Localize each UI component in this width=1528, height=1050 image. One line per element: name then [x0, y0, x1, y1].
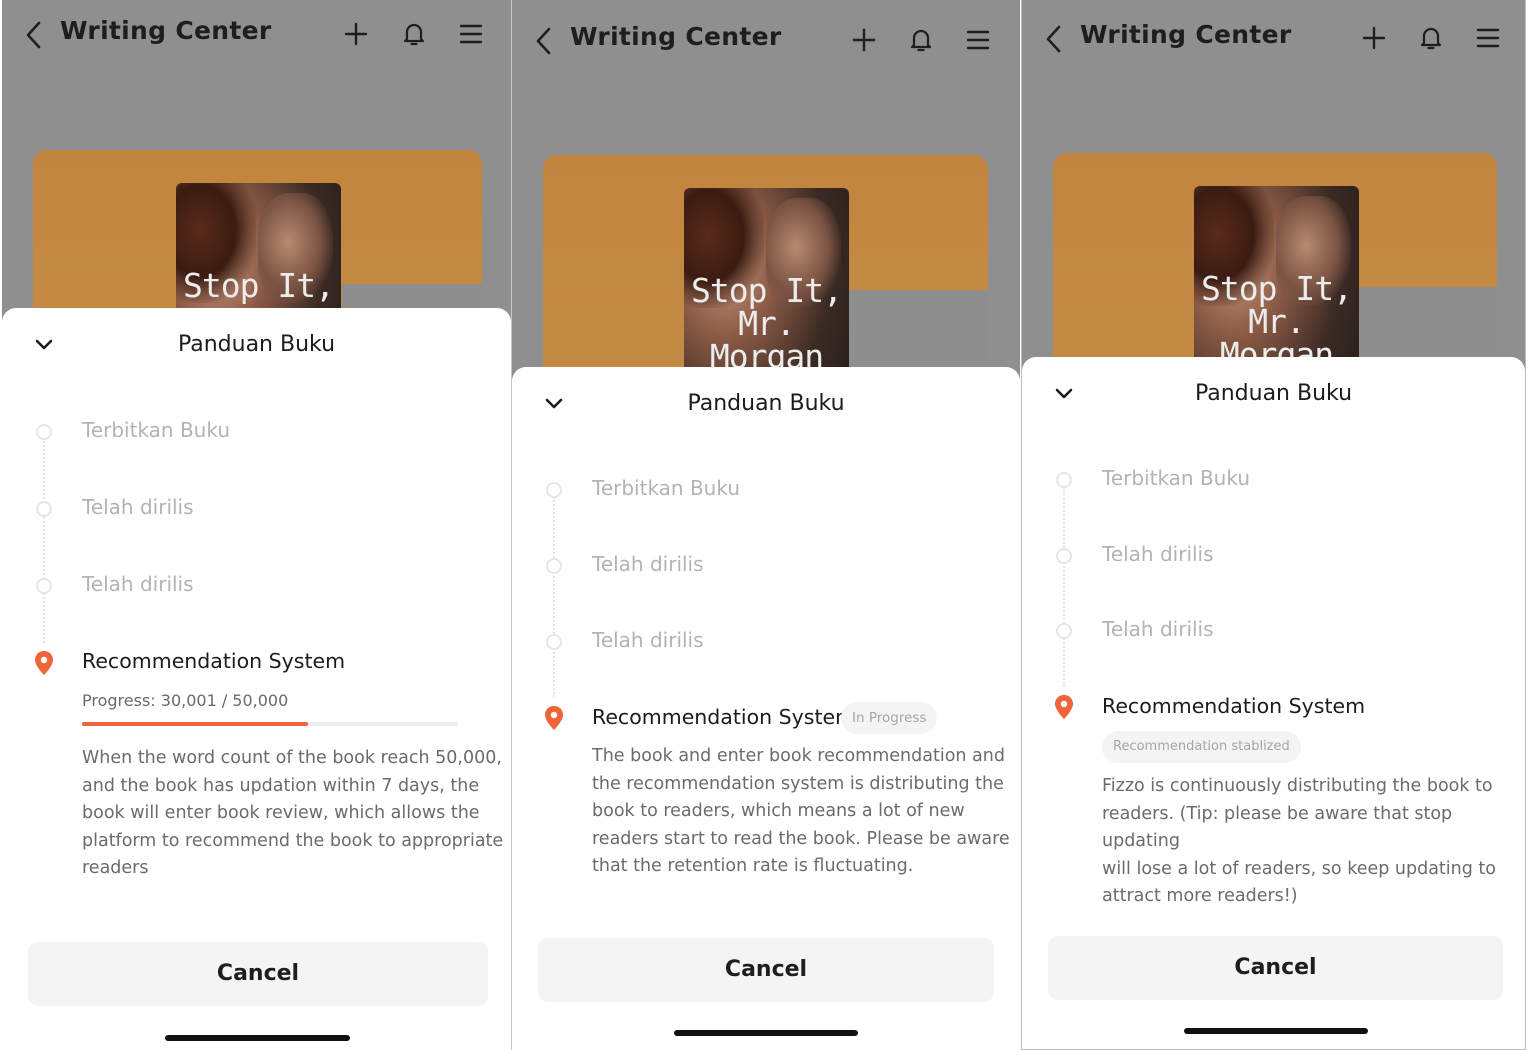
sheet-title: Panduan Buku	[177, 332, 336, 357]
step-label-publish: Terbitkan Buku	[82, 418, 230, 442]
bell-icon[interactable]	[400, 20, 428, 48]
screen-in-progress: Writing Center Stop It, Mr. Morgan Pandu…	[512, 0, 1020, 1050]
step-label-released-2: Telah dirilis	[82, 572, 194, 596]
cover-title-line-1: Stop It,	[1201, 269, 1353, 308]
step-dot	[546, 558, 562, 574]
desc-line: attract more readers!)	[1102, 886, 1298, 906]
desc-line: that the retention rate is fluctuating.	[592, 856, 914, 876]
cover-title-line-1: Stop It,	[183, 266, 335, 305]
desc-line: The book and enter book recommendation a…	[592, 746, 1005, 766]
home-indicator	[1184, 1028, 1368, 1034]
cover-title-line-1: Stop It,	[691, 271, 843, 310]
steps-connector	[1063, 487, 1065, 687]
location-pin-icon	[1055, 695, 1073, 719]
step-dot	[546, 634, 562, 650]
menu-icon[interactable]	[457, 20, 485, 48]
panel-divider	[511, 0, 512, 1050]
desc-line: the recommendation system is distributin…	[592, 773, 1004, 794]
step-label-released: Telah dirilis	[1102, 542, 1214, 566]
step-label-publish: Terbitkan Buku	[1102, 466, 1250, 490]
step-description: When the word count of the book reach 50…	[82, 745, 503, 883]
desc-line: and the book has updation within 7 days,…	[82, 775, 480, 796]
step-label-released-2: Telah dirilis	[592, 628, 704, 652]
desc-line: Fizzo is continuously distributing the b…	[1102, 776, 1493, 796]
cancel-button[interactable]: Cancel	[28, 942, 488, 1006]
back-icon[interactable]	[534, 26, 554, 56]
app-header: Writing Center	[2, 0, 511, 70]
step-label-released-2: Telah dirilis	[1102, 617, 1214, 641]
back-icon[interactable]	[1044, 24, 1064, 54]
cancel-button[interactable]: Cancel	[1048, 936, 1503, 1000]
progress-bar	[82, 722, 458, 726]
status-badge: In Progress	[841, 702, 938, 734]
step-dot	[36, 424, 52, 440]
progress-text: Progress: 30,001 / 50,000	[82, 691, 289, 710]
desc-line: book to readers, which means a lot of ne…	[592, 801, 965, 821]
sheet-title: Panduan Buku	[687, 391, 845, 416]
bottom-sheet: Panduan Buku Terbitkan Buku Telah dirili…	[1022, 357, 1525, 1049]
location-pin-icon	[35, 651, 53, 675]
step-label-publish: Terbitkan Buku	[592, 476, 740, 500]
desc-line: will lose a lot of readers, so keep upda…	[1102, 858, 1496, 879]
desc-line: readers start to read the book. Please b…	[592, 828, 1010, 849]
plus-icon[interactable]	[850, 26, 878, 54]
step-dot	[546, 482, 562, 498]
step-description: Fizzo is continuously distributing the b…	[1102, 773, 1525, 911]
step-dot	[1056, 472, 1072, 488]
step-dot	[1056, 623, 1072, 639]
step-label-released: Telah dirilis	[592, 552, 704, 576]
bell-icon[interactable]	[907, 26, 935, 54]
plus-icon[interactable]	[342, 20, 370, 48]
sheet-title: Panduan Buku	[1194, 381, 1353, 406]
steps-connector	[43, 438, 45, 643]
desc-line: platform to recommend the book to approp…	[82, 830, 504, 851]
screen-progress: Writing Center Stop It, Panduan Buku Ter…	[2, 0, 511, 1050]
screen-stabilized: Writing Center Stop It, Mr. Morgan Pandu…	[1021, 0, 1526, 1050]
bottom-sheet: Panduan Buku Terbitkan Buku Telah dirili…	[512, 367, 1020, 1050]
location-pin-icon	[545, 706, 563, 730]
bottom-sheet: Panduan Buku Terbitkan Buku Telah dirili…	[2, 308, 511, 1050]
home-indicator	[674, 1030, 858, 1036]
status-badge: Recommendation stablized	[1102, 731, 1301, 763]
plus-icon[interactable]	[1360, 24, 1388, 52]
desc-line: book will enter book review, which allow…	[82, 803, 480, 823]
desc-line: readers. (Tip: please be aware that stop…	[1102, 803, 1453, 852]
current-step-title: Recommendation System	[592, 705, 856, 729]
current-step-title: Recommendation System	[82, 649, 346, 673]
menu-icon[interactable]	[1474, 24, 1502, 52]
steps-connector	[553, 497, 555, 697]
step-dot	[36, 578, 52, 594]
page-title: Writing Center	[570, 22, 782, 51]
progress-bar-fill	[82, 722, 308, 726]
screens-container: Writing Center Stop It, Panduan Buku Ter…	[0, 0, 1528, 1050]
step-dot	[36, 501, 52, 517]
step-dot	[1056, 548, 1072, 564]
current-step-title: Recommendation System	[1102, 694, 1366, 718]
step-description: The book and enter book recommendation a…	[592, 743, 1010, 881]
home-indicator	[165, 1035, 350, 1041]
menu-icon[interactable]	[964, 26, 992, 54]
cover-title-line-2: Mr.	[738, 304, 796, 343]
bell-icon[interactable]	[1417, 24, 1445, 52]
cancel-button[interactable]: Cancel	[538, 938, 994, 1002]
step-label-released: Telah dirilis	[82, 495, 194, 519]
app-header: Writing Center	[512, 6, 1020, 76]
desc-line: readers	[82, 858, 149, 878]
cover-title-line-2: Mr.	[1248, 302, 1306, 341]
desc-line: When the word count of the book reach 50…	[82, 748, 502, 768]
back-icon[interactable]	[24, 20, 44, 50]
page-title: Writing Center	[1080, 20, 1292, 49]
page-title: Writing Center	[60, 16, 272, 45]
app-header: Writing Center	[1022, 4, 1525, 74]
